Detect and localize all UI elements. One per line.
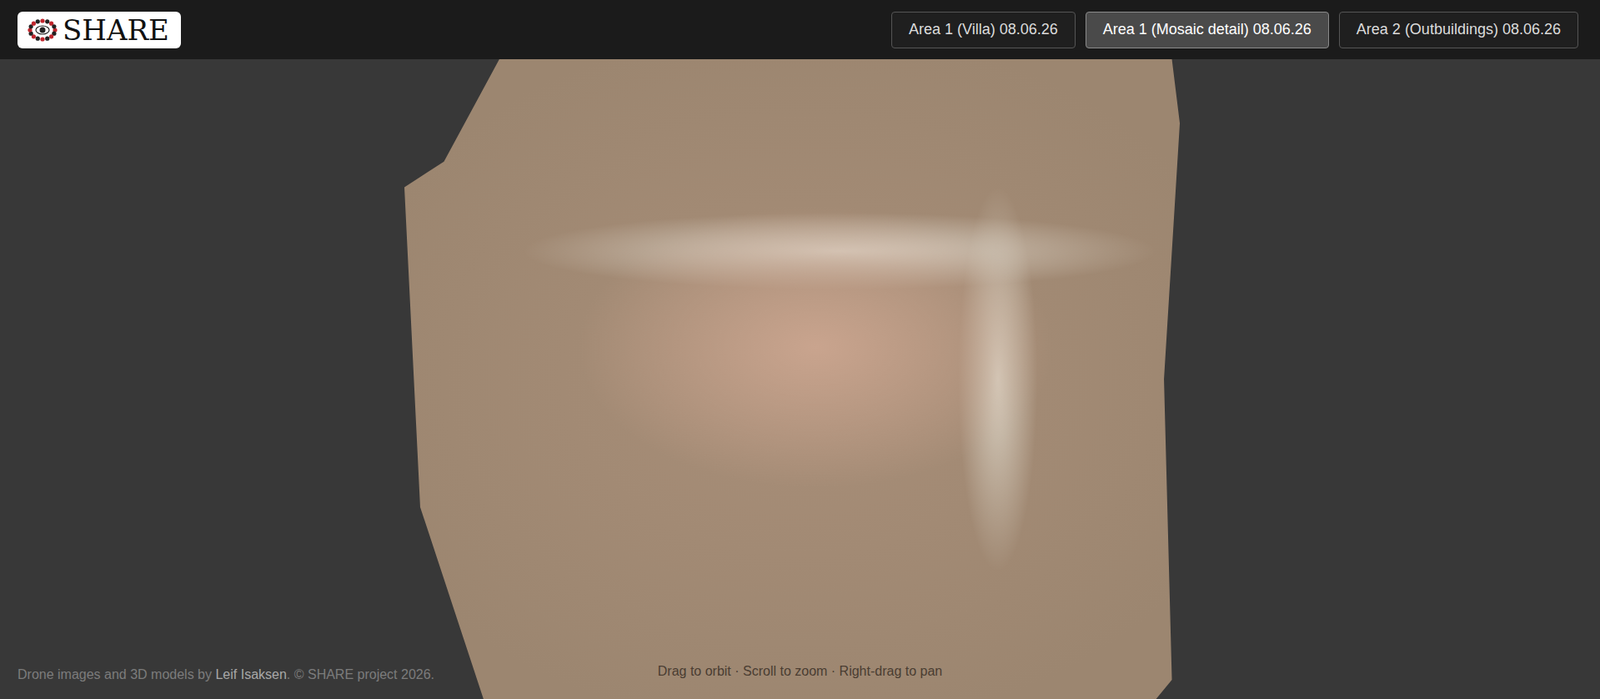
site-model[interactable]: Drag to orbit · Scroll to zoom · Right-d… <box>404 59 1196 699</box>
viewer-page: SHARE Area 1 (Villa) 08.06.26Area 1 (Mosa… <box>0 0 1600 699</box>
model-viewer[interactable]: Drag to orbit · Scroll to zoom · Right-d… <box>0 59 1600 699</box>
top-bar: SHARE Area 1 (Villa) 08.06.26Area 1 (Mosa… <box>0 0 1600 60</box>
author-link[interactable]: Leif Isaksen <box>215 667 286 682</box>
mosaic-eye-icon <box>25 13 60 47</box>
controls-hint: Drag to orbit · Scroll to zoom · Right-d… <box>652 662 948 681</box>
logo[interactable]: SHARE <box>17 11 181 49</box>
tab[interactable]: Area 1 (Mosaic detail) 08.06.26 <box>1085 11 1330 49</box>
logo-text: SHARE <box>62 15 170 45</box>
tab-bar: Area 1 (Villa) 08.06.26Area 1 (Mosaic de… <box>891 11 1579 49</box>
credits: Drone images and 3D models by Leif Isaks… <box>17 667 435 683</box>
tab[interactable]: Area 1 (Villa) 08.06.26 <box>891 11 1076 49</box>
tab[interactable]: Area 2 (Outbuildings) 08.06.26 <box>1339 11 1579 49</box>
